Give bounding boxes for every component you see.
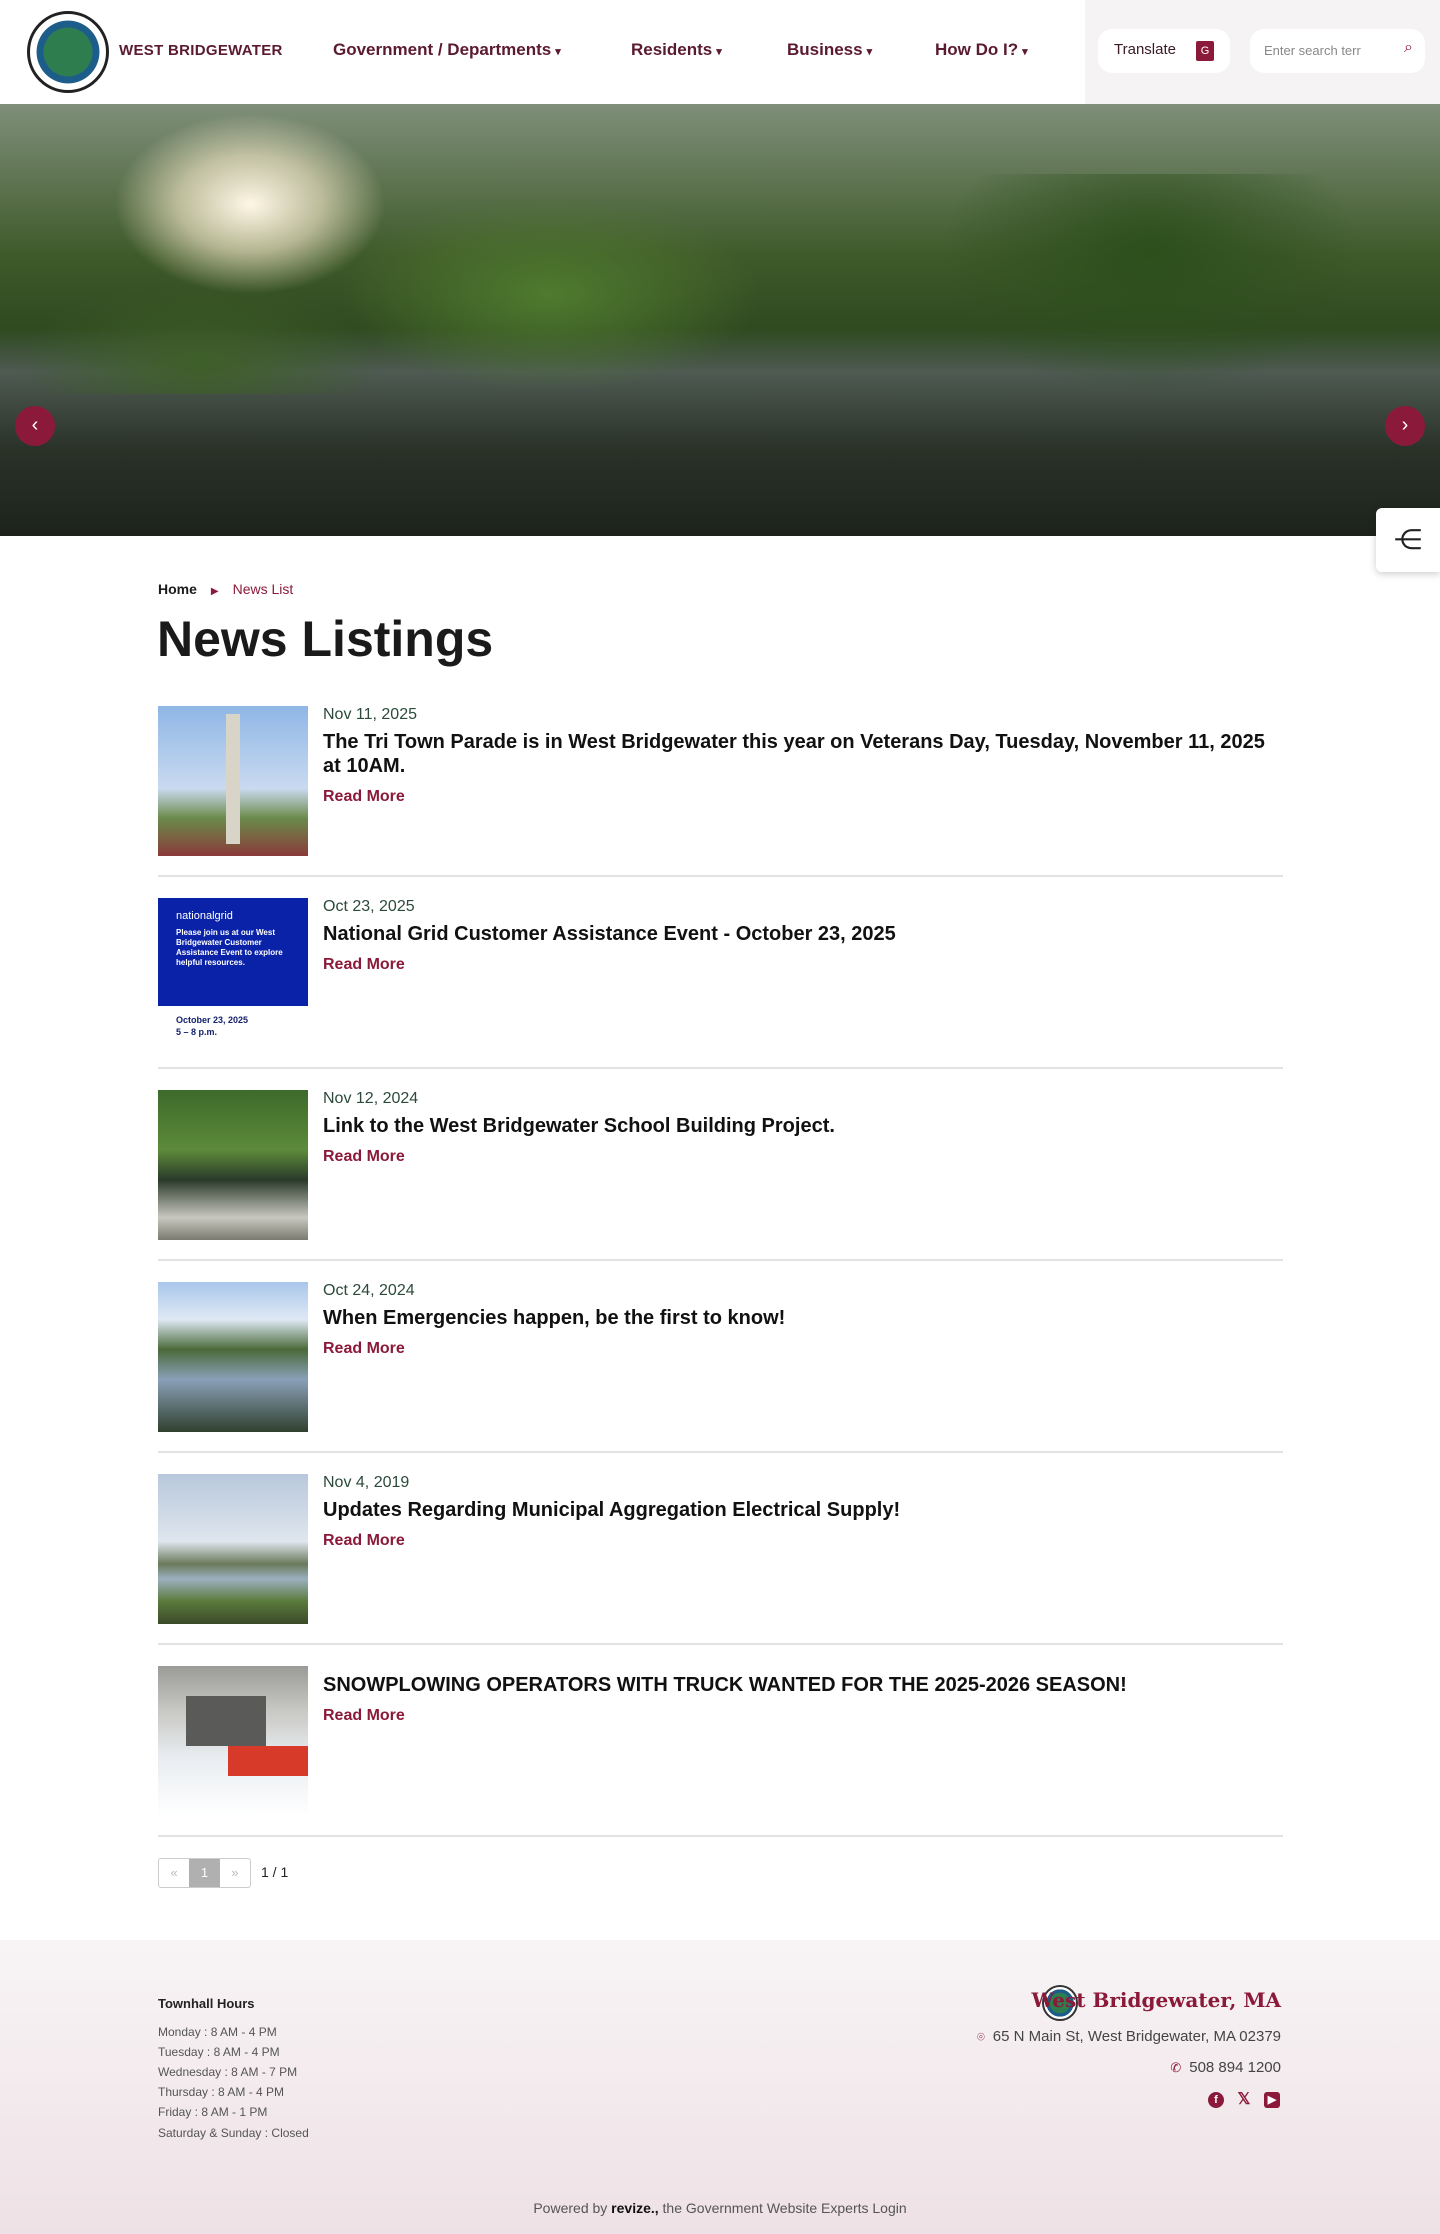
nav-business[interactable]: Business ▾	[787, 40, 872, 60]
breadcrumb: Home ▶ News List	[158, 581, 293, 597]
chevron-down-icon: ▾	[1022, 46, 1028, 58]
news-title[interactable]: Link to the West Bridgewater School Buil…	[323, 1114, 1283, 1138]
nav-label: Residents	[631, 40, 713, 59]
page-title: News Listings	[157, 611, 494, 667]
brand-name[interactable]: WEST BRIDGEWATER	[119, 42, 283, 59]
social-links: f 𝕏 ▶	[1208, 2092, 1280, 2108]
revize-link[interactable]: revize.,	[611, 2200, 658, 2216]
hours-line: Monday : 8 AM - 4 PM	[158, 2025, 277, 2039]
news-thumbnail[interactable]	[158, 706, 308, 856]
slide-next-button[interactable]: ›	[1385, 406, 1425, 446]
footer-phone[interactable]: ✆ 508 894 1200	[1170, 2059, 1281, 2076]
thumb-body: Please join us at our West Bridgewater C…	[176, 928, 283, 967]
share-icon: ⋲	[1394, 524, 1422, 555]
address-text: 65 N Main St, West Bridgewater, MA 02379	[992, 2028, 1281, 2045]
thumb-time: 5 – 8 p.m.	[176, 1027, 218, 1037]
powered-tagline[interactable]: the Government Website Experts	[663, 2200, 869, 2216]
news-date: Nov 11, 2025	[323, 706, 417, 723]
news-thumbnail[interactable]: nationalgrid Please join us at our West …	[158, 898, 308, 1048]
read-more-link[interactable]: Read More	[323, 788, 405, 806]
pagination-next[interactable]: »	[220, 1859, 250, 1887]
login-link[interactable]: Login	[872, 2200, 906, 2216]
read-more-link[interactable]: Read More	[323, 1148, 405, 1166]
read-more-link[interactable]: Read More	[323, 1340, 405, 1358]
translate-icon: G	[1196, 41, 1214, 61]
news-thumbnail[interactable]	[158, 1282, 308, 1432]
news-date: Oct 24, 2024	[323, 1282, 415, 1299]
powered-by: Powered by revize., the Government Websi…	[0, 2200, 1440, 2216]
powered-text: Powered by	[533, 2200, 608, 2216]
news-thumbnail[interactable]	[158, 1666, 308, 1816]
hours-line: Thursday : 8 AM - 4 PM	[158, 2085, 285, 2099]
hours-line: Tuesday : 8 AM - 4 PM	[158, 2045, 280, 2059]
slide-prev-button[interactable]: ‹	[15, 406, 55, 446]
nav-label: How Do I?	[935, 40, 1019, 59]
news-thumbnail[interactable]	[158, 1090, 308, 1240]
news-item: Nov 11, 2025 The Tri Town Parade is in We…	[158, 685, 1283, 877]
facebook-icon[interactable]: f	[1208, 2092, 1224, 2108]
hours-title: Townhall Hours	[158, 1996, 255, 2011]
youtube-icon[interactable]: ▶	[1264, 2092, 1280, 2108]
caret-right-icon: ▶	[210, 586, 219, 597]
news-date: Oct 23, 2025	[323, 898, 415, 915]
hero-image	[0, 174, 1440, 394]
news-thumbnail[interactable]	[158, 1474, 308, 1624]
pagination: « 1 »	[158, 1858, 251, 1888]
site-header: WEST BRIDGEWATER Government / Department…	[0, 0, 1440, 104]
search-input[interactable]: Enter search terr ⌕	[1250, 29, 1425, 73]
footer-town-name: West Bridgewater, MA	[1031, 1988, 1281, 2012]
chevron-down-icon: ▾	[866, 46, 873, 58]
phone-icon: ✆	[1170, 2060, 1182, 2075]
map-pin-icon: ⌾	[976, 2029, 985, 2044]
news-date: Nov 4, 2019	[323, 1474, 410, 1491]
search-icon[interactable]: ⌕	[1404, 39, 1413, 57]
hours-line: Friday : 8 AM - 1 PM	[158, 2105, 268, 2119]
news-title[interactable]: The Tri Town Parade is in West Bridgewat…	[323, 730, 1283, 778]
nav-how-do-i[interactable]: How Do I? ▾	[935, 40, 1028, 60]
read-more-link[interactable]: Read More	[323, 956, 405, 974]
thumb-date: October 23, 2025	[176, 1015, 249, 1025]
news-date: Nov 12, 2024	[323, 1090, 419, 1107]
breadcrumb-current: News List	[232, 581, 294, 597]
nav-label: Government / Departments	[333, 40, 552, 59]
pagination-page-1[interactable]: 1	[189, 1859, 220, 1887]
nav-label: Business	[787, 40, 863, 59]
news-title[interactable]: Updates Regarding Municipal Aggregation …	[323, 1498, 1283, 1522]
read-more-link[interactable]: Read More	[323, 1707, 405, 1725]
read-more-link[interactable]: Read More	[323, 1532, 405, 1550]
footer-address: ⌾ 65 N Main St, West Bridgewater, MA 0237…	[977, 2028, 1281, 2045]
site-footer: Townhall Hours Monday : 8 AM - 4 PM Tues…	[0, 1940, 1440, 2234]
nav-government[interactable]: Government / Departments ▾	[333, 40, 561, 60]
page-count: 1 / 1	[261, 1864, 289, 1880]
town-seal-logo[interactable]	[27, 11, 109, 93]
x-twitter-icon[interactable]: 𝕏	[1236, 2092, 1252, 2108]
pagination-prev[interactable]: «	[159, 1859, 189, 1887]
news-title[interactable]: National Grid Customer Assistance Event …	[323, 922, 1283, 946]
thumb-brand: nationalgrid	[176, 910, 233, 922]
share-button[interactable]: ⋲	[1376, 508, 1440, 572]
translate-button[interactable]: Translate G	[1098, 29, 1230, 73]
news-item: SNOWPLOWING OPERATORS WITH TRUCK WANTED …	[158, 1645, 1283, 1837]
news-item: Nov 12, 2024 Link to the West Bridgewater…	[158, 1069, 1283, 1261]
hours-line: Wednesday : 8 AM - 7 PM	[158, 2065, 298, 2079]
news-title[interactable]: When Emergencies happen, be the first to…	[323, 1306, 1283, 1330]
news-item: Nov 4, 2019 Updates Regarding Municipal A…	[158, 1453, 1283, 1645]
news-item: Oct 24, 2024 When Emergencies happen, be …	[158, 1261, 1283, 1453]
translate-label: Translate	[1114, 41, 1176, 58]
nav-residents[interactable]: Residents ▾	[631, 40, 722, 60]
news-item: nationalgrid Please join us at our West …	[158, 877, 1283, 1069]
chevron-down-icon: ▾	[555, 46, 561, 58]
search-placeholder: Enter search terr	[1264, 43, 1361, 58]
hero-slideshow: ‹ ›	[0, 104, 1440, 536]
hours-line: Saturday & Sunday : Closed	[158, 2126, 309, 2140]
chevron-down-icon: ▾	[716, 46, 722, 58]
news-title[interactable]: SNOWPLOWING OPERATORS WITH TRUCK WANTED …	[323, 1673, 1283, 1697]
breadcrumb-home[interactable]: Home	[158, 581, 197, 597]
phone-text: 508 894 1200	[1189, 2059, 1281, 2076]
